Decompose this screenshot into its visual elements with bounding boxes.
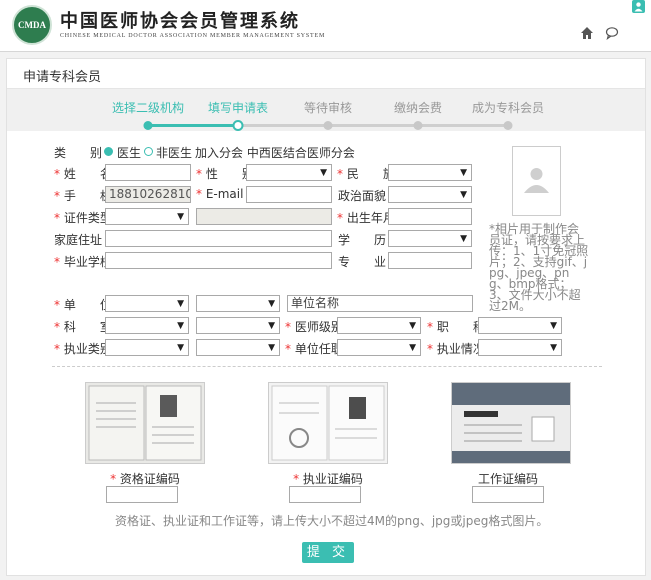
practice-type-select[interactable]: ▼ [105,339,189,356]
idtype-label: * 证件类型 [54,211,112,225]
step-dot-done [143,121,153,130]
unit-label: * 单 位 [54,298,112,312]
app-subtitle: CHINESE MEDICAL DOCTOR ASSOCIATION MEMBE… [60,33,326,39]
qualification-code-input[interactable] [106,486,178,503]
ethnicity-select[interactable]: ▼ [388,164,472,181]
title-label: * 职 称 [427,320,485,334]
chat-icon[interactable] [605,26,619,40]
dept-label: * 科 室 [54,320,112,334]
step-pay-fee-label: 缴纳会费 [393,101,443,115]
ethnicity-label: * 民 族 [337,167,395,181]
step-await-review-label: 等待审核 [303,101,353,115]
work-code-label: 工作证编码 [477,472,539,486]
unit-city-select[interactable]: ▼ [196,295,280,312]
practice-status-label: * 执业情况 [427,342,485,356]
branch-text: 加入分会 中西医结合医师分会 [195,146,355,160]
practice-status-select[interactable]: ▼ [478,339,562,356]
category-label: 类 别 [54,146,103,160]
education-select[interactable]: ▼ [388,230,472,247]
progress-track-filled [148,124,238,127]
step-dot [413,121,423,130]
birth-label: * 出生年月 [337,211,395,225]
subdept-select[interactable]: ▼ [196,317,280,334]
practice-code-label: * 执业证编码 [293,472,363,486]
qualification-code-label: * 资格证编码 [110,472,180,486]
address-label: 家庭住址 [54,233,103,247]
step-fill-form-label: 填写申请表 [207,101,269,115]
logo-text: CMDA [18,20,46,30]
dept-select[interactable]: ▼ [105,317,189,334]
email-input[interactable] [246,186,332,203]
school-label: * 毕业学校 [54,255,112,269]
doctor-level-label: * 医师级别 [285,320,343,334]
unit-name-input[interactable]: 单位名称 [287,295,473,312]
phone-label: * 手 机 [54,189,112,203]
avatar-placeholder-icon [524,168,549,193]
radio-nondoctor[interactable] [144,147,153,156]
phone-input[interactable]: 18810262810 [105,186,191,203]
work-certificate-image[interactable] [451,382,571,464]
step-dot [503,121,513,130]
photo-note: *相片用于制作会员证，请按要求上传：1、1寸免冠照片；2、支持gif、jpg、j… [489,222,589,313]
cmda-logo: CMDA [12,5,52,45]
app-title: 中国医师协会会员管理系统 [60,11,300,32]
address-input[interactable] [105,230,332,247]
practice-certificate-image[interactable] [268,382,388,464]
step-dot [323,121,333,130]
radio-doctor-label: 医生 [117,146,142,160]
major-input[interactable] [388,252,472,269]
work-code-input[interactable] [472,486,544,503]
practice-type-label: * 执业类别 [54,342,112,356]
email-label: * E-mail [196,187,244,201]
unit-province-select[interactable]: ▼ [105,295,189,312]
radio-nondoctor-label: 非医生 [156,146,193,160]
user-icon[interactable] [632,0,645,13]
major-label: 专 业 [338,255,387,269]
practice-scope-select[interactable]: ▼ [196,339,280,356]
submit-button[interactable]: 提 交 [302,542,354,563]
id-number-input[interactable] [196,208,332,225]
qualification-certificate-image[interactable] [85,382,205,464]
doctor-level-select[interactable]: ▼ [337,317,421,334]
name-input[interactable] [105,164,191,181]
practice-code-input[interactable] [289,486,361,503]
gender-select[interactable]: ▼ [246,164,332,181]
step-dot-current [232,120,244,131]
name-label: * 姓 名 [54,167,112,181]
unit-position-select[interactable]: ▼ [337,339,421,356]
unit-position-label: * 单位任职 [285,342,343,356]
home-icon[interactable] [580,26,594,40]
panel-title: 申请专科会员 [23,70,102,85]
birth-input[interactable] [388,208,472,225]
political-select[interactable]: ▼ [388,186,472,203]
section-divider [52,366,602,367]
education-label: 学 历 [338,233,387,247]
political-label: 政治面貌 [338,189,387,203]
school-input[interactable] [105,252,332,269]
radio-doctor[interactable] [104,147,113,156]
upload-hint: 资格证、执业证和工作证等，请上传大小不超过4M的png、jpg或jpeg格式图片… [115,514,549,528]
step-select-org-label: 选择二级机构 [111,101,185,115]
photo-upload[interactable] [512,146,561,216]
step-become-member-label: 成为专科会员 [471,101,545,115]
idtype-select[interactable]: ▼ [105,208,189,225]
title-select[interactable]: ▼ [478,317,562,334]
